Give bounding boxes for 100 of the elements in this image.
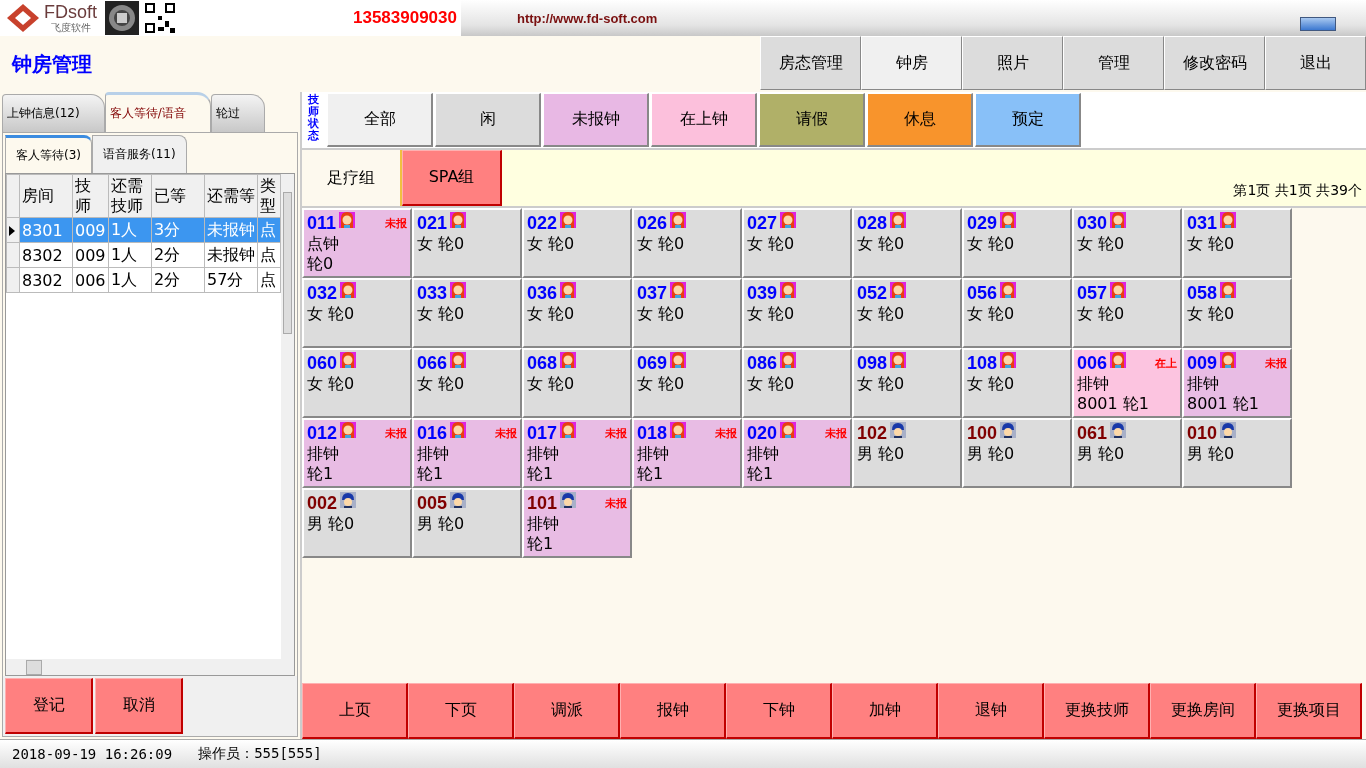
table-row[interactable]: 8302 009 1人 2分 未报钟 点 xyxy=(6,242,281,268)
action-button[interactable]: 上页 xyxy=(302,683,408,739)
technician-card[interactable]: 020 未报 排钟 轮1 xyxy=(742,418,852,488)
filter-label: 技师状态 xyxy=(306,92,320,145)
technician-card[interactable]: 058 女 轮0 xyxy=(1182,278,1292,348)
group-tab[interactable]: 足疗组 xyxy=(302,150,402,206)
technician-card[interactable]: 031 女 轮0 xyxy=(1182,208,1292,278)
action-button[interactable]: 更换技师 xyxy=(1044,683,1150,739)
female-avatar-icon xyxy=(450,282,467,298)
female-avatar-icon xyxy=(670,352,687,368)
technician-card[interactable]: 012 未报 排钟 轮1 xyxy=(302,418,412,488)
action-button[interactable]: 取消 xyxy=(95,678,183,734)
action-button[interactable]: 报钟 xyxy=(620,683,726,739)
technician-card[interactable]: 010 男 轮0 xyxy=(1182,418,1292,488)
table-cell: 点 xyxy=(257,267,281,293)
technician-card[interactable]: 006 在上 排钟 8001 轮1 xyxy=(1072,348,1182,418)
technician-card[interactable]: 069 女 轮0 xyxy=(632,348,742,418)
technician-card[interactable]: 060 女 轮0 xyxy=(302,348,412,418)
column-header[interactable]: 技师 xyxy=(72,174,109,218)
technician-card[interactable]: 052 女 轮0 xyxy=(852,278,962,348)
technician-card[interactable]: 102 男 轮0 xyxy=(852,418,962,488)
tab[interactable]: 轮过 xyxy=(210,94,265,132)
column-header[interactable]: 还需等 xyxy=(204,174,258,218)
card-text: 轮1 xyxy=(527,534,555,554)
female-avatar-icon xyxy=(780,352,797,368)
technician-number: 057 xyxy=(1077,282,1108,304)
nav-button[interactable]: 房态管理 xyxy=(760,36,861,90)
tab[interactable]: 客人等待/语音 xyxy=(104,92,211,132)
technician-card[interactable]: 026 女 轮0 xyxy=(632,208,742,278)
technician-card[interactable]: 018 未报 排钟 轮1 xyxy=(632,418,742,488)
technician-card[interactable]: 056 女 轮0 xyxy=(962,278,1072,348)
technician-card[interactable]: 101 未报 排钟 轮1 xyxy=(522,488,632,558)
technician-card[interactable]: 036 女 轮0 xyxy=(522,278,632,348)
card-text: 女 轮0 xyxy=(967,374,1016,394)
technician-card[interactable]: 108 女 轮0 xyxy=(962,348,1072,418)
column-header[interactable]: 房间 xyxy=(19,174,73,218)
technician-card[interactable]: 021 女 轮0 xyxy=(412,208,522,278)
action-button[interactable]: 更换项目 xyxy=(1256,683,1362,739)
action-button[interactable]: 下页 xyxy=(408,683,514,739)
technician-card[interactable]: 029 女 轮0 xyxy=(962,208,1072,278)
technician-card[interactable]: 005 男 轮0 xyxy=(412,488,522,558)
technician-card[interactable]: 032 女 轮0 xyxy=(302,278,412,348)
column-header[interactable]: 还需技师 xyxy=(108,174,152,218)
technician-number: 017 xyxy=(527,422,558,444)
technician-card[interactable]: 068 女 轮0 xyxy=(522,348,632,418)
filter-button[interactable]: 在上钟 xyxy=(651,93,757,147)
filter-button[interactable]: 休息 xyxy=(867,93,973,147)
action-button[interactable]: 退钟 xyxy=(938,683,1044,739)
technician-card[interactable]: 037 女 轮0 xyxy=(632,278,742,348)
column-header[interactable]: 类型 xyxy=(257,174,281,218)
tab[interactable]: 上钟信息(12) xyxy=(2,94,105,132)
technician-card[interactable]: 061 男 轮0 xyxy=(1072,418,1182,488)
technician-number: 006 xyxy=(1077,352,1108,374)
nav-button[interactable]: 照片 xyxy=(962,36,1063,90)
filter-button[interactable]: 闲 xyxy=(435,93,541,147)
vertical-scrollbar[interactable] xyxy=(281,174,294,659)
filter-button[interactable]: 未报钟 xyxy=(543,93,649,147)
technician-number: 086 xyxy=(747,352,778,374)
technician-card[interactable]: 057 女 轮0 xyxy=(1072,278,1182,348)
technician-card[interactable]: 086 女 轮0 xyxy=(742,348,852,418)
technician-card[interactable]: 098 女 轮0 xyxy=(852,348,962,418)
technician-card[interactable]: 100 男 轮0 xyxy=(962,418,1072,488)
technician-number: 060 xyxy=(307,352,338,374)
action-button[interactable]: 登记 xyxy=(5,678,93,734)
technician-card[interactable]: 017 未报 排钟 轮1 xyxy=(522,418,632,488)
action-button[interactable]: 加钟 xyxy=(832,683,938,739)
website-link[interactable]: http://www.fd-soft.com xyxy=(517,10,658,26)
female-avatar-icon xyxy=(1220,212,1237,228)
card-text: 排钟 xyxy=(307,444,340,464)
female-avatar-icon xyxy=(339,212,356,228)
technician-card[interactable]: 027 女 轮0 xyxy=(742,208,852,278)
technician-card[interactable]: 002 男 轮0 xyxy=(302,488,412,558)
technician-card[interactable]: 016 未报 排钟 轮1 xyxy=(412,418,522,488)
technician-card[interactable]: 028 女 轮0 xyxy=(852,208,962,278)
filter-button[interactable]: 全部 xyxy=(327,93,433,147)
action-button[interactable]: 更换房间 xyxy=(1150,683,1256,739)
column-header[interactable]: 已等 xyxy=(151,174,205,218)
nav-button[interactable]: 修改密码 xyxy=(1164,36,1265,90)
panel-icon[interactable] xyxy=(1300,17,1336,31)
technician-card[interactable]: 030 女 轮0 xyxy=(1072,208,1182,278)
technician-card[interactable]: 033 女 轮0 xyxy=(412,278,522,348)
filter-button[interactable]: 请假 xyxy=(759,93,865,147)
group-tab[interactable]: SPA组 xyxy=(402,150,502,206)
tab[interactable]: 语音服务(11) xyxy=(92,135,187,173)
technician-card[interactable]: 011 未报 点钟 轮0 xyxy=(302,208,412,278)
table-row[interactable]: 8302 006 1人 2分 57分 点 xyxy=(6,267,281,293)
action-button[interactable]: 调派 xyxy=(514,683,620,739)
female-avatar-icon xyxy=(340,352,357,368)
technician-number: 052 xyxy=(857,282,888,304)
technician-card[interactable]: 009 未报 排钟 8001 轮1 xyxy=(1182,348,1292,418)
technician-card[interactable]: 066 女 轮0 xyxy=(412,348,522,418)
horizontal-scrollbar[interactable] xyxy=(6,659,294,675)
technician-card[interactable]: 022 女 轮0 xyxy=(522,208,632,278)
action-button[interactable]: 下钟 xyxy=(726,683,832,739)
tab[interactable]: 客人等待(3) xyxy=(5,135,92,173)
technician-card[interactable]: 039 女 轮0 xyxy=(742,278,852,348)
filter-button[interactable]: 预定 xyxy=(975,93,1081,147)
nav-button[interactable]: 钟房 xyxy=(861,36,962,90)
nav-button[interactable]: 管理 xyxy=(1063,36,1164,90)
nav-button[interactable]: 退出 xyxy=(1265,36,1366,90)
